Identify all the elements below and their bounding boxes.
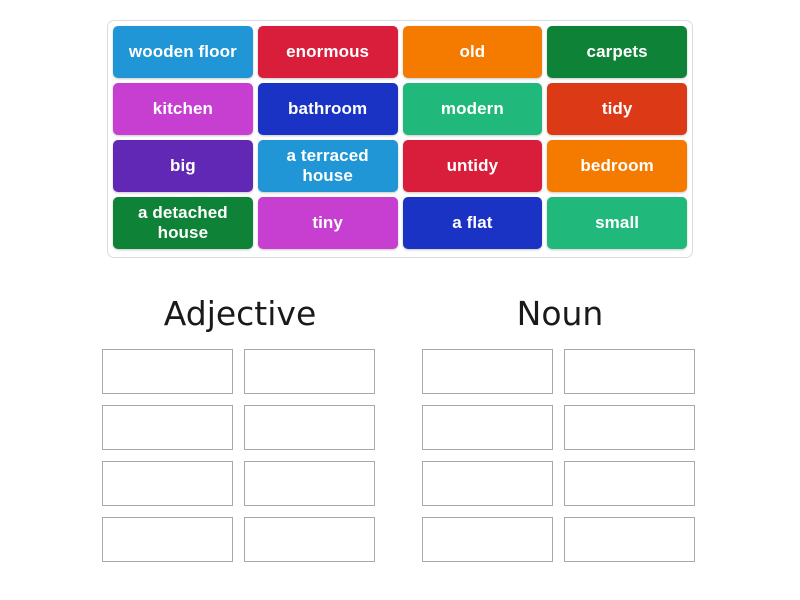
group-heading-noun: Noun [516,294,604,333]
word-tile[interactable]: modern [402,83,543,135]
dropzone-group-adjective [102,349,375,562]
dropzone-group-noun [422,349,695,562]
word-tile[interactable]: old [402,26,543,78]
word-tile-row: kitchen bathroom modern tidy [113,83,687,135]
word-tile[interactable]: tidy [547,83,687,135]
dropzone-adjective-8[interactable] [244,517,375,562]
dropzone-noun-6[interactable] [564,461,695,506]
dropzone-adjective-5[interactable] [102,461,233,506]
word-tile-row: big a terraced house untidy bedroom [113,140,687,192]
word-tile[interactable]: a detached house [113,197,253,249]
dropzone-adjective-3[interactable] [102,405,233,450]
word-tile[interactable]: enormous [257,26,398,78]
word-tile[interactable]: kitchen [113,83,253,135]
word-tile[interactable]: big [113,140,253,192]
word-tile[interactable]: tiny [257,197,398,249]
word-tile[interactable]: untidy [402,140,543,192]
word-tile-row: wooden floor enormous old carpets [113,26,687,78]
dropzone-adjective-7[interactable] [102,517,233,562]
word-tile[interactable]: a flat [402,197,543,249]
dropzone-noun-4[interactable] [564,405,695,450]
dropzone-noun-1[interactable] [422,349,553,394]
word-tile[interactable]: bedroom [547,140,687,192]
word-tile-row: a detached house tiny a flat small [113,197,687,249]
word-bank-container: wooden floor enormous old carpets kitchen bat… [107,20,693,258]
dropzone-noun-5[interactable] [422,461,553,506]
dropzone-adjective-2[interactable] [244,349,375,394]
group-heading-adjective: Adjective [163,294,317,333]
dropzone-noun-2[interactable] [564,349,695,394]
word-tile[interactable]: carpets [547,26,687,78]
dropzone-adjective-1[interactable] [102,349,233,394]
word-tile[interactable]: bathroom [257,83,398,135]
dropzone-noun-7[interactable] [422,517,553,562]
dropzone-adjective-4[interactable] [244,405,375,450]
word-tile[interactable]: a terraced house [257,140,398,192]
dropzone-noun-8[interactable] [564,517,695,562]
word-tile[interactable]: small [547,197,687,249]
dropzone-adjective-6[interactable] [244,461,375,506]
dropzone-noun-3[interactable] [422,405,553,450]
word-tile[interactable]: wooden floor [113,26,253,78]
